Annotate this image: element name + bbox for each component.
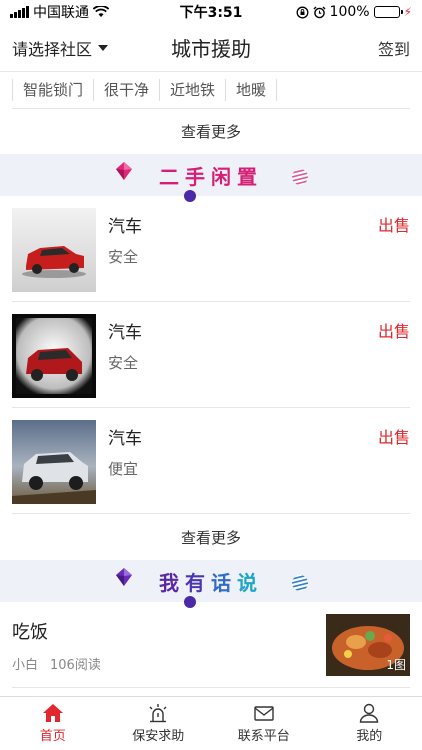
wifi-icon [93,6,109,17]
signal-icon [10,6,29,18]
gem-icon [116,162,132,180]
status-bar: 中国联通 下午3:51 100% ⚡ [0,0,422,24]
listing-name: 汽车 [108,429,142,449]
listing-tag: 安全 [108,248,139,266]
post-reads: 106阅读 [50,658,101,673]
post-thumbnail: 1图 [326,614,410,676]
tab-label: 首页 [39,729,66,744]
section-title-char: 话 [211,570,237,595]
listing-thumbnail [12,314,96,398]
section-title-talk: 我有话说 [159,567,263,596]
listing-name: 汽车 [108,217,142,237]
tab-security-help[interactable]: 保安求助 [106,697,212,750]
person-icon [360,703,379,723]
tab-label: 我的 [356,729,383,744]
section-title-char: 说 [237,570,263,595]
clock: 下午3:51 [179,5,243,21]
home-icon [42,704,63,722]
tab-label: 联系平台 [237,729,290,744]
striped-ball-icon [292,169,308,185]
header: 请选择社区 城市援助 签到 [0,24,422,72]
tab-mine[interactable]: 我的 [317,697,422,750]
listing-item[interactable]: 汽车 安全 出售 [12,302,410,408]
battery-icon [373,6,403,18]
listing-thumbnail [12,208,96,292]
alarm-clock-icon [313,6,326,18]
status-left: 中国联通 [10,2,160,22]
section-banner-secondhand: 二手闲置 [0,154,422,202]
battery-percent: 100% [329,4,370,20]
carrier-name: 中国联通 [33,5,89,21]
listing-item[interactable]: 汽车 安全 出售 [12,196,410,302]
tab-contact-platform[interactable]: 联系平台 [211,697,317,750]
listing-tag: 便宜 [108,460,139,478]
charging-icon: ⚡ [403,5,412,19]
post-item[interactable]: 吃饭 小白 106阅读 1图 [12,604,410,688]
post-title: 吃饭 [12,622,48,643]
feature-tags: 智能锁门 很干净 近地铁 地暖 [0,72,422,108]
feature-tag[interactable]: 很干净 [94,79,161,101]
section-title-secondhand: 二手闲置 [159,164,263,189]
image-count-badge: 1图 [386,658,406,672]
tab-home[interactable]: 首页 [0,697,106,750]
alarm-icon [149,704,167,723]
listing-status: 出售 [377,428,410,447]
feature-tag[interactable]: 智能锁门 [12,79,95,101]
striped-ball-icon [292,575,308,591]
listing-status: 出售 [377,322,410,341]
see-more-link[interactable]: 查看更多 [12,514,410,560]
listing-tag: 安全 [108,354,139,372]
section-title-char: 我 [159,570,185,595]
listing-thumbnail [12,420,96,504]
listing-name: 汽车 [108,323,142,343]
gem-icon [116,568,132,586]
listing-item[interactable]: 汽车 便宜 出售 [12,408,410,514]
post-meta: 小白 106阅读 [12,654,101,673]
tab-bar: 首页 保安求助 联系平台 我的 [0,696,422,750]
feature-tag[interactable]: 近地铁 [160,79,227,101]
see-more-link[interactable]: 查看更多 [12,108,410,154]
community-select-label: 请选择社区 [12,39,93,59]
tab-label: 保安求助 [132,729,185,744]
community-select[interactable]: 请选择社区 [12,36,109,60]
section-banner-talk: 我有话说 [0,560,422,608]
caret-down-icon [98,44,109,51]
mail-icon [254,706,274,721]
status-right: 100% ⚡ [262,4,412,20]
post-author: 小白 [12,658,39,673]
section-title-char: 有 [185,570,211,595]
feature-tag[interactable]: 地暖 [226,79,278,101]
rotation-lock-icon [296,6,308,18]
signin-button[interactable]: 签到 [378,36,410,60]
listing-status: 出售 [377,216,410,235]
